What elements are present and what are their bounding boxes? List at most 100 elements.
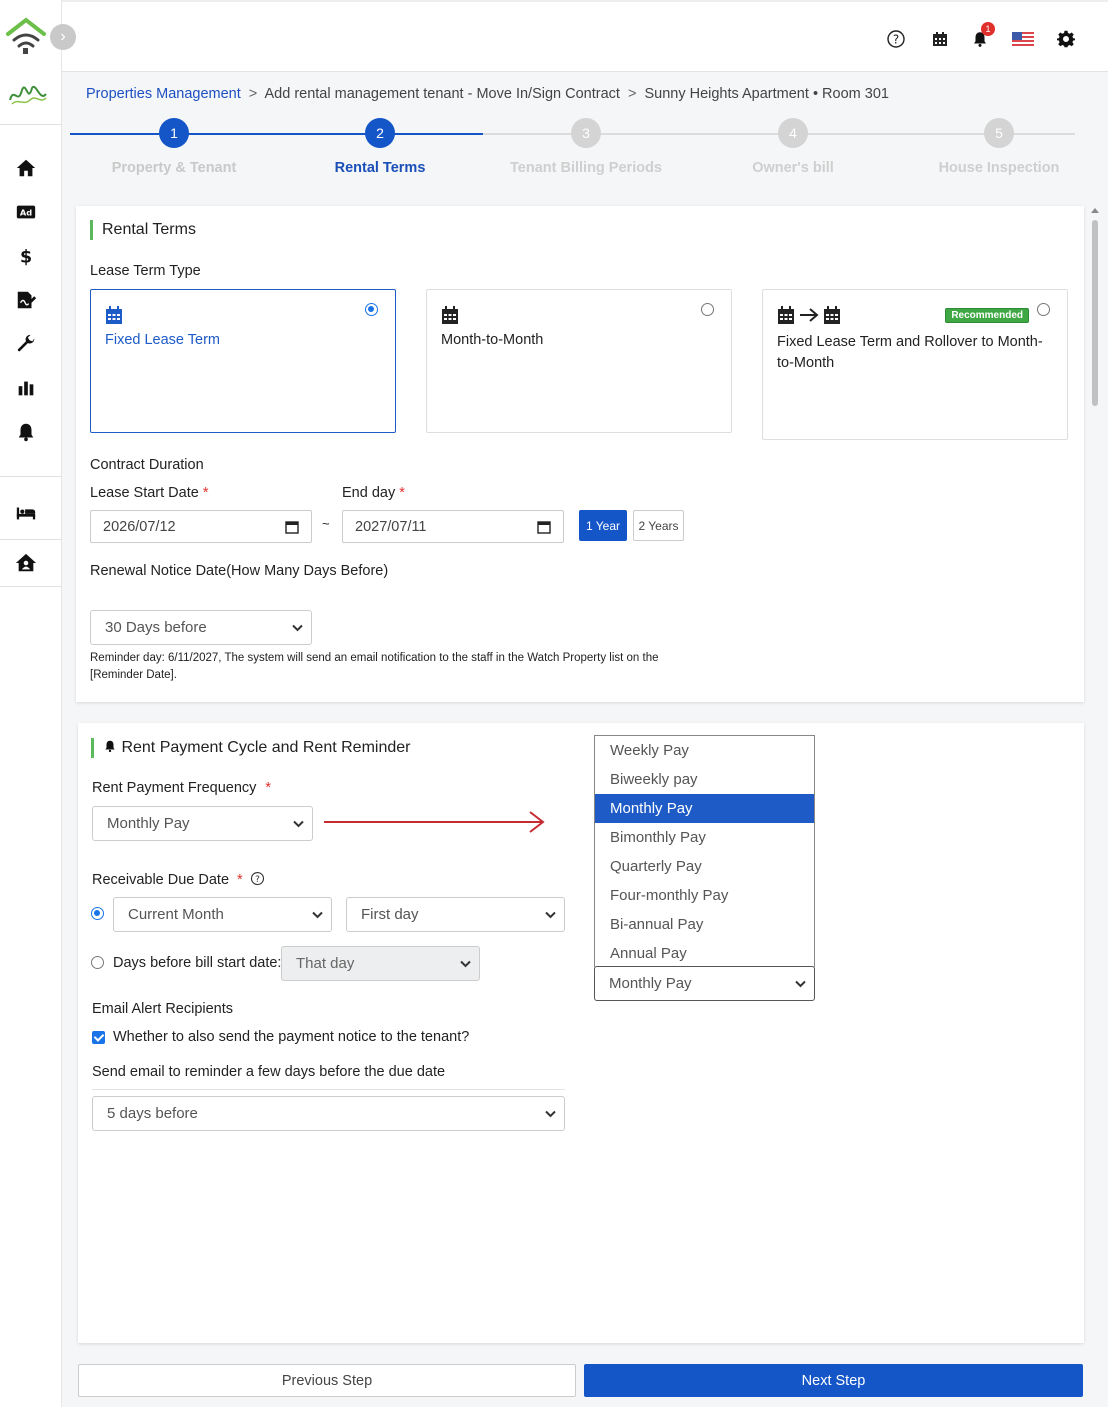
required-marker: *	[202, 485, 209, 501]
calendar-icon[interactable]	[927, 26, 953, 52]
dropdown-option-bimonthly[interactable]: Bimonthly Pay	[595, 823, 814, 852]
sidebar-divider	[0, 124, 62, 125]
send-to-tenant-checkbox[interactable]	[92, 1031, 105, 1044]
days-before-bill-select[interactable]: That day	[281, 946, 480, 981]
lease-option-radio[interactable]	[365, 303, 378, 316]
receivable-due-date-text: Receivable Due Date	[92, 872, 230, 888]
date-picker-icon[interactable]	[537, 520, 551, 534]
dropdown-option-weekly[interactable]: Weekly Pay	[595, 736, 814, 765]
lease-option-radio[interactable]	[701, 303, 714, 316]
bar-chart-icon[interactable]	[13, 375, 39, 401]
chevron-down-icon	[293, 820, 304, 827]
lease-term-type-label: Lease Term Type	[90, 263, 201, 279]
house-user-icon[interactable]	[13, 550, 39, 576]
step-tenant-billing-periods[interactable]: 3 Tenant Billing Periods	[486, 118, 686, 176]
renewal-notice-select[interactable]: 30 Days before	[90, 610, 312, 645]
send-before-due-select[interactable]: 5 days before	[92, 1096, 565, 1131]
scrollbar[interactable]	[1090, 206, 1100, 408]
rent-payment-frequency-select[interactable]: Monthly Pay	[92, 806, 313, 841]
step-number: 1	[159, 118, 189, 148]
step-number: 3	[571, 118, 601, 148]
days-before-bill-radio[interactable]	[91, 956, 104, 969]
lease-option-month-to-month[interactable]: Month-to-Month	[426, 289, 732, 433]
due-day-select[interactable]: First day	[346, 897, 565, 932]
renewal-notice-value: 30 Days before	[105, 619, 207, 636]
dropdown-option-four-monthly[interactable]: Four-monthly Pay	[595, 881, 814, 910]
end-date-input[interactable]: 2027/07/11	[342, 510, 564, 543]
frequency-dropdown-value: Monthly Pay	[609, 975, 692, 992]
calendar-arrow-calendar-icon	[777, 304, 841, 326]
required-marker: *	[265, 780, 272, 796]
svg-text:?: ?	[893, 33, 899, 47]
help-icon[interactable]: ?	[250, 871, 265, 886]
ad-icon[interactable]: Ad	[13, 199, 39, 225]
app-logo	[6, 17, 46, 54]
lease-start-date-text: Lease Start Date	[90, 485, 199, 501]
dropdown-option-biweekly[interactable]: Biweekly pay	[595, 765, 814, 794]
us-flag-icon[interactable]	[1010, 26, 1036, 52]
svg-text:?: ?	[255, 875, 260, 885]
recommended-badge: Recommended	[945, 308, 1029, 323]
sidebar: › Ad $	[0, 0, 76, 1407]
dropdown-option-bi-annual[interactable]: Bi-annual Pay	[595, 910, 814, 939]
chevron-down-icon	[545, 1110, 556, 1117]
home-icon[interactable]	[13, 155, 39, 181]
end-date-value: 2027/07/11	[355, 518, 427, 535]
breadcrumb-properties-link[interactable]: Properties Management	[86, 86, 241, 102]
lease-option-title: Fixed Lease Term	[105, 332, 220, 348]
one-year-button[interactable]: 1 Year	[579, 510, 627, 541]
step-number: 4	[778, 118, 808, 148]
contract-sign-icon[interactable]	[13, 287, 39, 313]
due-month-select[interactable]: Current Month	[113, 897, 332, 932]
frequency-dropdown-select[interactable]: Monthly Pay	[594, 966, 815, 1001]
next-step-button[interactable]: Next Step	[584, 1364, 1083, 1397]
breadcrumb-room: Room 301	[822, 86, 889, 102]
breadcrumb-separator: >	[627, 86, 637, 102]
receivable-due-date-label: Receivable Due Date * ?	[92, 871, 265, 888]
send-before-due-value: 5 days before	[107, 1105, 198, 1122]
sidebar-toggle-button[interactable]: ›	[50, 24, 76, 50]
email-alert-recipients-label: Email Alert Recipients	[92, 1001, 234, 1017]
bed-icon[interactable]	[13, 500, 39, 526]
step-label: Rental Terms	[334, 160, 426, 176]
dropdown-option-quarterly[interactable]: Quarterly Pay	[595, 852, 814, 881]
dropdown-option-monthly[interactable]: Monthly Pay	[595, 794, 814, 823]
step-house-inspection[interactable]: 5 House Inspection	[899, 118, 1099, 176]
dropdown-option-annual[interactable]: Annual Pay	[595, 939, 814, 968]
rent-cycle-title: Rent Payment Cycle and Rent Reminder	[91, 738, 410, 758]
step-property-tenant[interactable]: 1 Property & Tenant	[74, 118, 274, 176]
step-number: 5	[984, 118, 1014, 148]
end-day-text: End day	[342, 485, 396, 501]
scrollbar-thumb[interactable]	[1092, 220, 1098, 406]
bell-icon[interactable]	[13, 419, 39, 445]
notification-bell-icon[interactable]: 1	[967, 22, 995, 52]
days-before-bill-value: That day	[296, 955, 355, 972]
date-picker-icon[interactable]	[285, 520, 299, 534]
previous-step-button[interactable]: Previous Step	[78, 1364, 576, 1397]
wrench-icon[interactable]	[13, 331, 39, 357]
due-date-current-month-radio[interactable]	[91, 907, 104, 920]
two-years-button[interactable]: 2 Years	[633, 510, 684, 541]
svg-text:$: $	[20, 247, 32, 267]
sidebar-divider	[0, 476, 62, 477]
calendar-icon	[105, 304, 123, 326]
date-range-tilde: ~	[322, 516, 330, 531]
days-before-bill-label: Days before bill start date:	[113, 955, 282, 971]
chevron-down-icon	[545, 911, 556, 918]
chevron-down-icon	[460, 960, 471, 967]
lease-option-fixed[interactable]: Fixed Lease Term	[90, 289, 396, 433]
dollar-icon[interactable]: $	[13, 243, 39, 269]
step-owners-bill[interactable]: 4 Owner's bill	[693, 118, 893, 176]
svg-text:Ad: Ad	[20, 208, 32, 218]
renewal-notice-label: Renewal Notice Date(How Many Days Before…	[90, 563, 389, 579]
lease-start-date-input[interactable]: 2026/07/12	[90, 510, 312, 543]
step-rental-terms[interactable]: 2 Rental Terms	[280, 118, 480, 176]
red-arrow-annotation	[324, 811, 545, 833]
send-to-tenant-label: Whether to also send the payment notice …	[113, 1029, 470, 1045]
sidebar-divider	[0, 539, 62, 540]
help-icon[interactable]: ?	[883, 26, 909, 52]
lease-option-radio[interactable]	[1037, 303, 1050, 316]
lease-option-fixed-rollover[interactable]: Recommended Fixed Lease Term and Rollove…	[762, 289, 1068, 440]
gear-icon[interactable]	[1053, 26, 1079, 52]
contract-duration-label: Contract Duration	[90, 457, 204, 473]
